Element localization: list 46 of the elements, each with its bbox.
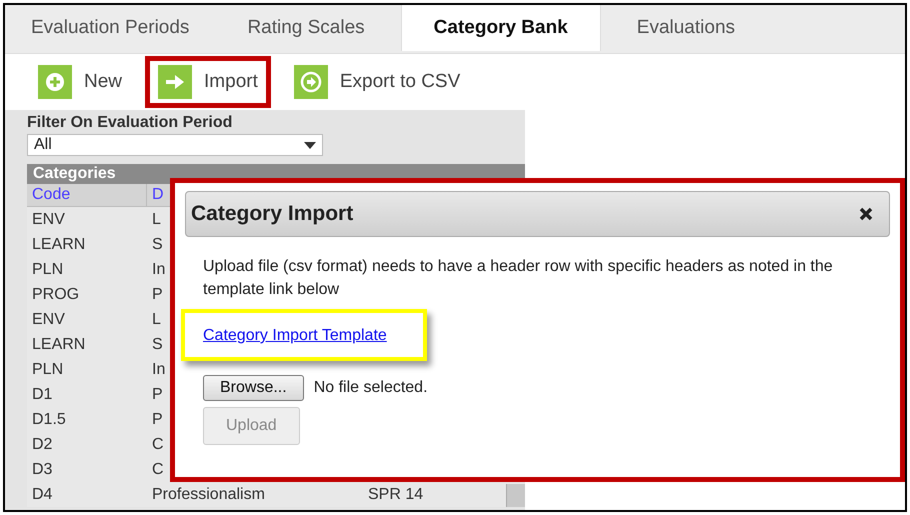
close-icon[interactable]: [859, 207, 873, 221]
period-dropdown[interactable]: All: [27, 134, 323, 156]
table-cell-text: S: [151, 336, 164, 354]
table-cell-text: In: [151, 260, 166, 278]
tab[interactable]: Rating Scales: [225, 5, 387, 51]
browse-button[interactable]: Browse...: [203, 375, 304, 401]
column-header[interactable]: Code: [27, 184, 147, 206]
export-icon: [300, 71, 322, 93]
filter-label: Filter On Evaluation Period: [27, 114, 234, 132]
table-cell-text: ENV: [31, 310, 66, 328]
toolbar-button[interactable]: Export to CSV: [294, 65, 460, 99]
table-cell-text: D1: [31, 386, 54, 404]
table-cell-text: S: [151, 236, 164, 254]
table-cell-text: D4: [31, 486, 54, 504]
instruction-text: Upload file (csv format) needs to have a header row with specific headers as noted in the template link below: [203, 257, 834, 300]
plus-icon: [45, 72, 65, 92]
table-cell-text: Professionalism: [151, 486, 266, 504]
table-cell-text: PLN: [31, 260, 64, 278]
table-cell-text: D3: [31, 460, 54, 478]
table-cell-text: LEARN: [31, 336, 86, 354]
tab[interactable]: Evaluations: [614, 5, 758, 51]
table-cell-text: LEARN: [31, 236, 86, 254]
table-cell-text: P: [151, 410, 164, 428]
table-cell-text: PROG: [31, 286, 80, 304]
table-cell-text: D1.5: [31, 410, 67, 428]
template-link[interactable]: Category Import Template: [203, 327, 387, 344]
scrollbar[interactable]: [506, 484, 525, 507]
tab[interactable]: Evaluation Periods: [9, 5, 212, 51]
table-cell-text: ENV: [31, 210, 66, 228]
dropdown-arrow-icon: [304, 142, 316, 148]
table-cell-text: C: [151, 460, 165, 478]
table-cell-text: P: [151, 286, 164, 304]
table-cell-text: In: [151, 360, 166, 378]
file-status: No file selected.: [314, 379, 428, 397]
tab[interactable]: Category Bank: [400, 5, 601, 51]
dialog-title: Category Import: [191, 202, 354, 226]
table-cell-text: C: [151, 436, 165, 454]
table-cell-text: L: [151, 310, 162, 328]
arrow-icon: [165, 74, 186, 90]
table-cell-text: D2: [31, 436, 54, 454]
toolbar-button[interactable]: New: [38, 65, 122, 99]
table-cell-text: P: [151, 386, 164, 404]
table-cell-text: SPR 14: [367, 486, 424, 504]
toolbar-button[interactable]: Import: [158, 65, 258, 99]
table-cell-text: PLN: [31, 360, 64, 378]
table-cell-text: L: [151, 210, 162, 228]
